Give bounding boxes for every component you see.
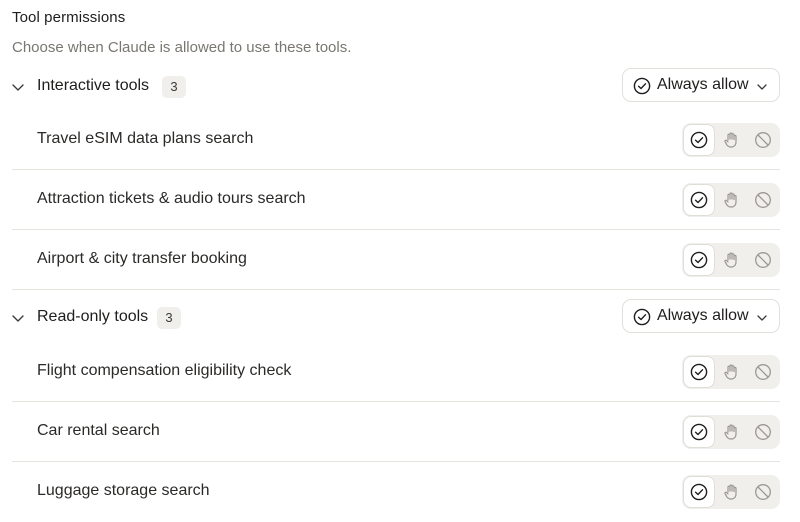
block-button[interactable] bbox=[748, 245, 778, 275]
tool-row: Airport & city transfer booking bbox=[12, 230, 780, 290]
tool-label: Attraction tickets & audio tours search bbox=[37, 190, 306, 207]
block-icon bbox=[755, 132, 771, 148]
group-label: Interactive tools bbox=[37, 77, 150, 94]
check-circle-icon bbox=[633, 308, 651, 326]
always-allow-button[interactable] bbox=[684, 185, 714, 215]
block-icon bbox=[755, 192, 771, 208]
ask-button[interactable] bbox=[716, 185, 746, 215]
dropdown-label: Always allow bbox=[657, 307, 749, 324]
always-allow-button[interactable] bbox=[684, 245, 714, 275]
permission-toggle bbox=[682, 415, 780, 449]
block-button[interactable] bbox=[748, 417, 778, 447]
permission-toggle bbox=[682, 475, 780, 509]
check-circle-icon bbox=[690, 423, 708, 441]
block-button[interactable] bbox=[748, 477, 778, 507]
count-badge: 3 bbox=[157, 307, 181, 329]
check-circle-icon bbox=[690, 191, 708, 209]
block-icon bbox=[755, 364, 771, 380]
permission-toggle bbox=[682, 123, 780, 157]
permission-toggle bbox=[682, 243, 780, 277]
block-button[interactable] bbox=[748, 185, 778, 215]
hand-icon bbox=[724, 484, 737, 500]
tool-label: Airport & city transfer booking bbox=[37, 250, 247, 267]
hand-icon bbox=[724, 424, 737, 440]
ask-button[interactable] bbox=[716, 357, 746, 387]
block-button[interactable] bbox=[748, 125, 778, 155]
dropdown-label: Always allow bbox=[657, 76, 749, 93]
ask-button[interactable] bbox=[716, 245, 746, 275]
tool-row: Flight compensation eligibility check bbox=[12, 342, 780, 402]
always-allow-button[interactable] bbox=[684, 477, 714, 507]
hand-icon bbox=[724, 364, 737, 380]
count-badge: 3 bbox=[162, 76, 186, 98]
tool-row: Travel eSIM data plans search bbox=[12, 110, 780, 170]
check-circle-icon bbox=[690, 483, 708, 501]
tool-label: Luggage storage search bbox=[37, 482, 210, 499]
tool-label: Car rental search bbox=[37, 422, 160, 439]
block-icon bbox=[755, 484, 771, 500]
tool-row: Car rental search bbox=[12, 402, 780, 462]
check-circle-icon bbox=[690, 363, 708, 381]
check-circle-icon bbox=[690, 131, 708, 149]
check-circle-icon bbox=[690, 251, 708, 269]
block-icon bbox=[755, 252, 771, 268]
tool-row: Luggage storage search bbox=[12, 462, 780, 522]
group-permission-dropdown[interactable]: Always allow bbox=[622, 68, 780, 102]
ask-button[interactable] bbox=[716, 125, 746, 155]
tool-label: Travel eSIM data plans search bbox=[37, 130, 254, 147]
ask-button[interactable] bbox=[716, 477, 746, 507]
permission-toggle bbox=[682, 183, 780, 217]
ask-button[interactable] bbox=[716, 417, 746, 447]
always-allow-button[interactable] bbox=[684, 357, 714, 387]
group-header-interactive: Interactive tools 3 Always allow bbox=[0, 67, 800, 107]
chevron-down-icon[interactable] bbox=[10, 310, 26, 326]
chevron-down-icon bbox=[756, 80, 768, 92]
group-label: Read-only tools bbox=[37, 308, 149, 325]
always-allow-button[interactable] bbox=[684, 417, 714, 447]
permission-toggle bbox=[682, 355, 780, 389]
group-header-read-only: Read-only tools 3 Always allow bbox=[0, 298, 800, 338]
page-title: Tool permissions bbox=[12, 9, 126, 26]
block-icon bbox=[755, 424, 771, 440]
tool-label: Flight compensation eligibility check bbox=[37, 362, 292, 379]
chevron-down-icon bbox=[756, 311, 768, 323]
check-circle-icon bbox=[633, 77, 651, 95]
hand-icon bbox=[724, 132, 737, 148]
block-button[interactable] bbox=[748, 357, 778, 387]
always-allow-button[interactable] bbox=[684, 125, 714, 155]
group-permission-dropdown[interactable]: Always allow bbox=[622, 299, 780, 333]
hand-icon bbox=[724, 192, 737, 208]
page-subtitle: Choose when Claude is allowed to use the… bbox=[12, 39, 352, 56]
hand-icon bbox=[724, 252, 737, 268]
chevron-down-icon[interactable] bbox=[10, 79, 26, 95]
tool-row: Attraction tickets & audio tours search bbox=[12, 170, 780, 230]
